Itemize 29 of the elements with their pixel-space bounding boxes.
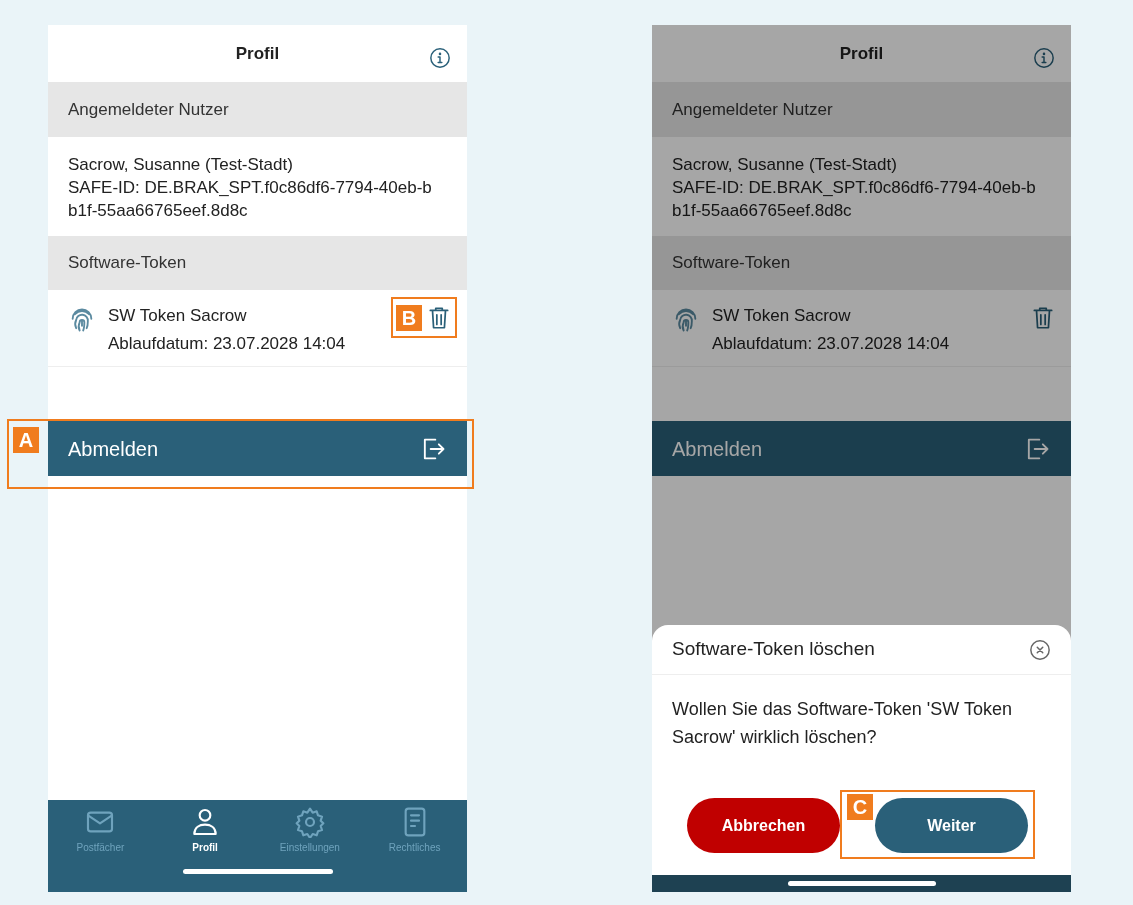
dialog-message: Wollen Sie das Software-Token 'SW Token Sacrow' wirklich löschen? xyxy=(671,698,1013,749)
screen-title: Profil xyxy=(235,42,280,65)
token-name: SW Token Sacrow xyxy=(108,305,248,327)
safe-id-text: SAFE-ID: DE.BRAK_SPT.f0c86df6-7794-40eb-b b1f-55aa66765eef.8d8c xyxy=(672,177,1037,222)
callout-label: A xyxy=(13,427,39,453)
user-name: Sacrow, Susanne (Test-Stadt) xyxy=(68,154,294,176)
callout-label: C xyxy=(847,794,873,820)
screen-title: Profil xyxy=(839,42,884,65)
section-header: Angemeldeter Nutzer xyxy=(652,82,1071,137)
confirm-button[interactable]: Weiter xyxy=(875,798,1028,853)
info-icon xyxy=(1033,47,1055,69)
token-expiry: Ablaufdatum: 23.07.2028 14:04 xyxy=(108,333,347,355)
logout-button[interactable]: Abmelden xyxy=(652,421,1071,476)
close-button[interactable] xyxy=(1029,638,1051,661)
section-header: Software-Token xyxy=(48,236,467,290)
dialog-title: Software-Token löschen xyxy=(672,637,875,662)
section-header: Software-Token xyxy=(652,236,1071,290)
token-expiry: Ablaufdatum: 23.07.2028 14:04 xyxy=(712,333,951,355)
cancel-button[interactable]: Abbrechen xyxy=(687,798,840,853)
settings-icon xyxy=(293,806,326,838)
callout-label: B xyxy=(396,304,422,331)
user-name: Sacrow, Susanne (Test-Stadt) xyxy=(672,154,898,176)
safe-id-text: SAFE-ID: DE.BRAK_SPT.f0c86df6-7794-40eb-b b1f-55aa66765eef.8d8c xyxy=(68,177,433,222)
token-name: SW Token Sacrow xyxy=(712,305,852,327)
logout-button[interactable]: Abmelden xyxy=(48,421,467,476)
close-icon xyxy=(1029,638,1051,661)
tab-item[interactable]: Profil xyxy=(152,806,258,855)
section-header: Angemeldeter Nutzer xyxy=(48,82,467,137)
info-icon xyxy=(429,47,451,69)
